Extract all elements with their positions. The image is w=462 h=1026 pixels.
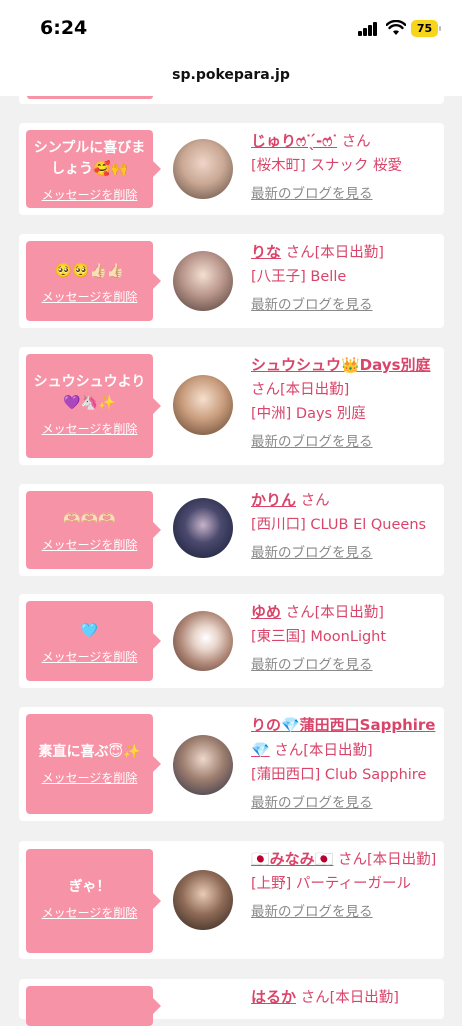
blog-link[interactable]: 最新のブログを見る: [251, 793, 441, 813]
cast-info: 🇯🇵みなみ🇯🇵 さん[本日出勤] [上野] パーティーガール 最新のブログを見る: [251, 847, 441, 922]
cast-name-link[interactable]: かりん: [251, 491, 296, 509]
shop-name: [中洲] Days 別庭: [251, 406, 366, 422]
shop-name: [桜木町] スナック 桜愛: [251, 158, 403, 174]
status-bar: 6:24 75: [0, 0, 462, 52]
message-bubble: 🩵 メッセージを削除: [26, 601, 161, 681]
list-item: 素直に喜ぶ😇✨ メッセージを削除 りの💎蒲田西口Sapphire💎 さん[本日出…: [19, 707, 444, 821]
message-text: 🫶🏻🫶🏻🫶🏻: [63, 511, 116, 527]
message-text: ぎゃ！: [68, 879, 111, 895]
cast-name-link[interactable]: ゆめ: [251, 603, 281, 621]
list-item: 🩵 メッセージを削除 ゆめ さん[本日出勤] [東三国] MoonLight 最…: [19, 594, 444, 688]
cast-name-link[interactable]: シュウシュウ👑Days別庭: [251, 356, 431, 374]
message-bubble: ぎゃ！ メッセージを削除: [26, 849, 161, 953]
blog-link[interactable]: 最新のブログを見る: [251, 184, 441, 204]
cast-info: りの💎蒲田西口Sapphire💎 さん[本日出勤] [蒲田西口] Club Sa…: [251, 713, 441, 813]
message-text: 素直に喜ぶ😇✨: [38, 744, 141, 760]
avatar[interactable]: [173, 375, 233, 435]
message-bubble: 素直に喜ぶ😇✨ メッセージを削除: [26, 714, 161, 814]
browser-url-bar[interactable]: sp.pokepara.jp: [0, 52, 462, 96]
list-item: シンプルに喜びましょう🥰🙌 メッセージを削除 じゅりෆ̇ᐝ‎ ̖́-‬‪ෆ̇ᐝ‬…: [19, 123, 444, 215]
message-bubble: シンプルに喜びましょう🥰🙌 メッセージを削除: [26, 130, 161, 208]
shop-name: [東三国] MoonLight: [251, 629, 387, 645]
delete-message-link[interactable]: メッセージを削除: [26, 648, 153, 665]
shop-name: [上野] パーティーガール: [251, 876, 412, 892]
message-text: シンプルに喜びましょう🥰🙌: [33, 140, 146, 177]
shop-name: [八王子] Belle: [251, 269, 347, 285]
wifi-icon: [386, 20, 406, 35]
delete-message-link[interactable]: メッセージを削除: [26, 769, 153, 786]
cellular-signal-icon: [358, 22, 378, 36]
cast-info: かりん さん [西川口] CLUB El Queens 最新のブログを見る: [251, 488, 441, 563]
message-bubble: [26, 986, 161, 1026]
blog-link[interactable]: 最新のブログを見る: [251, 655, 441, 675]
cast-info: ゆめ さん[本日出勤] [東三国] MoonLight 最新のブログを見る: [251, 600, 441, 675]
shop-name: [西川口] CLUB El Queens: [251, 517, 427, 533]
message-bubble: 🫶🏻🫶🏻🫶🏻 メッセージを削除: [26, 491, 161, 569]
cast-suffix: さん[本日出勤]: [285, 245, 384, 261]
cast-suffix: さん: [341, 134, 371, 150]
list-item: はるか さん[本日出勤]: [19, 979, 444, 1026]
cast-info: はるか さん[本日出勤]: [251, 985, 441, 1010]
blog-link[interactable]: 最新のブログを見る: [251, 543, 441, 563]
blog-link[interactable]: 最新のブログを見る: [251, 295, 441, 315]
avatar[interactable]: [173, 735, 233, 795]
cast-suffix: さん[本日出勤]: [285, 605, 384, 621]
avatar[interactable]: [173, 139, 233, 199]
shop-name: [蒲田西口] Club Sapphire: [251, 767, 427, 783]
list-item: 🥺🥺👍🏻👍🏻 メッセージを削除 りな さん[本日出勤] [八王子] Belle …: [19, 234, 444, 328]
cast-name-link[interactable]: はるか: [251, 988, 296, 1006]
list-item: シュウシュウより💜🦄✨ メッセージを削除 シュウシュウ👑Days別庭 さん[本日…: [19, 347, 444, 465]
cast-suffix: さん[本日出勤]: [274, 743, 373, 759]
delete-message-link[interactable]: メッセージを削除: [26, 420, 153, 437]
previous-card-edge: [19, 96, 444, 104]
list-item: ぎゃ！ メッセージを削除 🇯🇵みなみ🇯🇵 さん[本日出勤] [上野] パーティー…: [19, 841, 444, 959]
clock: 6:24: [40, 17, 88, 39]
cast-info: りな さん[本日出勤] [八王子] Belle 最新のブログを見る: [251, 240, 441, 315]
cast-suffix: さん[本日出勤]: [251, 382, 350, 398]
blog-link[interactable]: 最新のブログを見る: [251, 902, 441, 922]
message-text: 🩵: [80, 623, 99, 639]
avatar[interactable]: [173, 251, 233, 311]
list-item: 🫶🏻🫶🏻🫶🏻 メッセージを削除 かりん さん [西川口] CLUB El Que…: [19, 484, 444, 576]
cast-suffix: さん: [300, 493, 330, 509]
delete-message-link[interactable]: メッセージを削除: [26, 288, 153, 305]
cast-name-link[interactable]: 🇯🇵みなみ🇯🇵: [251, 850, 333, 868]
message-bubble: シュウシュウより💜🦄✨ メッセージを削除: [26, 354, 161, 458]
message-text: シュウシュウより💜🦄✨: [33, 374, 146, 411]
delete-message-link[interactable]: メッセージを削除: [26, 186, 153, 203]
cast-info: シュウシュウ👑Days別庭 さん[本日出勤] [中洲] Days 別庭 最新のブ…: [251, 353, 441, 452]
cast-info: じゅりෆ̇ᐝ‎ ̖́-‬‪ෆ̇ᐝ‬ さん [桜木町] スナック 桜愛 最新のブロ…: [251, 129, 441, 204]
delete-message-link[interactable]: メッセージを削除: [26, 536, 153, 553]
blog-link[interactable]: 最新のブログを見る: [251, 432, 441, 452]
url-text: sp.pokepara.jp: [172, 67, 290, 83]
cast-suffix: さん[本日出勤]: [337, 852, 437, 868]
battery-icon: 75: [411, 20, 441, 37]
avatar[interactable]: [173, 611, 233, 671]
avatar[interactable]: [173, 498, 233, 558]
cast-name-link[interactable]: りな: [251, 243, 281, 261]
cast-name-link[interactable]: じゅりෆ̇ᐝ‎ ̖́-‬‪ෆ̇ᐝ‬: [251, 132, 337, 150]
cast-suffix: さん[本日出勤]: [300, 990, 399, 1006]
message-bubble: 🥺🥺👍🏻👍🏻 メッセージを削除: [26, 241, 161, 321]
delete-message-link[interactable]: メッセージを削除: [26, 904, 153, 921]
avatar[interactable]: [173, 870, 233, 930]
message-text: 🥺🥺👍🏻👍🏻: [54, 263, 125, 279]
